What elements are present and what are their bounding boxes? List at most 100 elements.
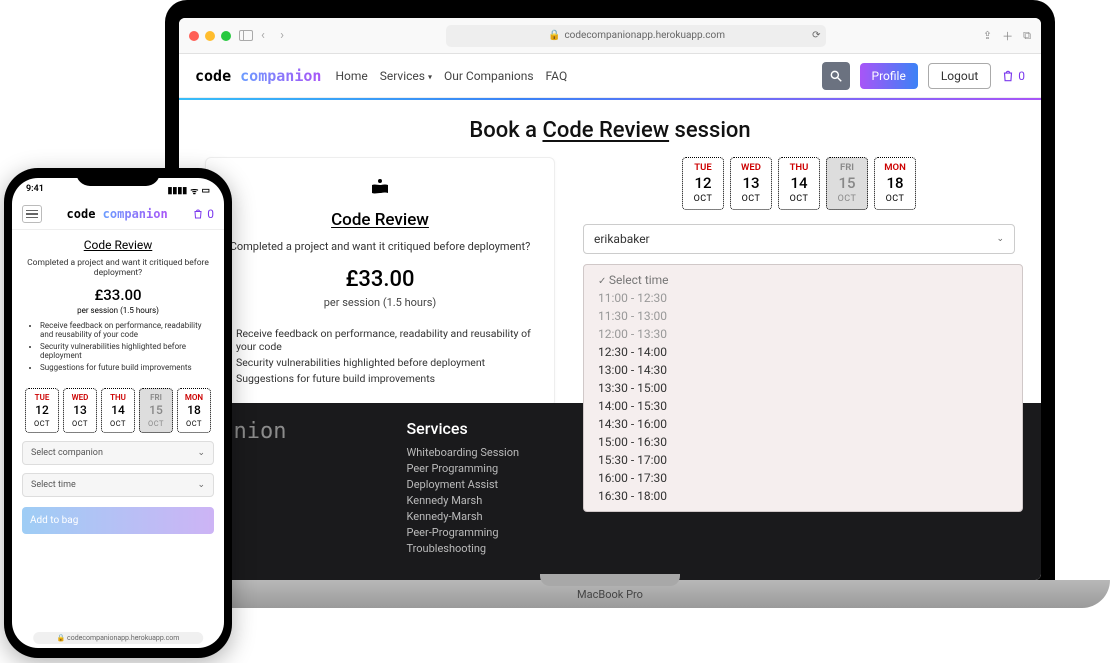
laptop-frame: ‹ › 🔒 codecompanionapp.herokuapp.com ⟳ ⇪… [110,0,1110,615]
phone-date-row: TUE12OCTWED13OCTTHU14OCTFRI15OCTMON18OCT [24,388,212,433]
chevron-down-icon: ▾ [428,72,432,81]
battery-icon: ▭ [201,186,210,196]
laptop-base: MacBook Pro [110,580,1110,608]
maximize-window-icon[interactable] [221,31,231,41]
bag-icon [192,208,204,220]
phone-companion-select[interactable]: Select companion ⌄ [22,441,214,465]
close-window-icon[interactable] [189,31,199,41]
nav-links: Home Services ▾ Our Companions FAQ [335,69,567,83]
footer-service-link[interactable]: Troubleshooting [406,542,519,555]
time-option[interactable]: 16:00 - 17:30 [584,469,1022,487]
url-text: codecompanionapp.herokuapp.com [564,30,725,41]
time-option[interactable]: 12:30 - 14:00 [584,343,1022,361]
chevron-down-icon: ⌄ [197,480,205,490]
booking-column: TUE12OCTWED13OCTTHU14OCTFRI15OCTMON18OCT… [583,157,1015,407]
footer-service-link[interactable]: Deployment Assist [406,478,519,491]
page-title: Book a Code Review session [179,100,1041,157]
laptop-screen: ‹ › 🔒 codecompanionapp.herokuapp.com ⟳ ⇪… [179,18,1041,580]
time-placeholder-option[interactable]: Select time [584,271,1022,289]
footer-service-link[interactable]: Peer Programming [406,462,519,475]
footer-service-link[interactable]: Peer-Programming [406,526,519,539]
page-content: code companion Home Services ▾ Our Compa… [179,54,1041,580]
date-option[interactable]: THU14OCT [778,157,820,210]
phone-url-bar[interactable]: 🔒 codecompanionapp.herokuapp.com [33,632,203,644]
url-bar[interactable]: 🔒 codecompanionapp.herokuapp.com ⟳ [446,25,826,47]
card-bullet: Suggestions for future build improvement… [236,372,540,385]
card-subtitle: Completed a project and want it critique… [220,240,540,253]
new-tab-icon[interactable]: ＋ [1002,28,1013,44]
footer-service-link[interactable]: Kennedy-Marsh [406,510,519,523]
card-per-session: per session (1.5 hours) [220,296,540,309]
bag-indicator[interactable]: 0 [1001,69,1025,83]
bag-icon [1001,69,1015,83]
time-option[interactable]: 13:30 - 15:00 [584,379,1022,397]
time-dropdown[interactable]: Select time 11:00 - 12:3011:30 - 13:0012… [583,264,1023,512]
date-option[interactable]: MON18OCT [874,157,916,210]
time-option[interactable]: 13:00 - 14:30 [584,361,1022,379]
date-option: FRI15OCT [139,388,173,433]
date-option[interactable]: TUE12OCT [682,157,724,210]
nav-services[interactable]: Services ▾ [380,69,432,83]
time-option[interactable]: 14:30 - 16:00 [584,415,1022,433]
brand-companion: companion [240,67,321,85]
phone-card-title: Code Review [24,238,212,252]
date-option[interactable]: WED13OCT [730,157,772,210]
date-picker-row: TUE12OCTWED13OCTTHU14OCTFRI15OCTMON18OCT [583,157,1015,210]
tabs-icon[interactable]: ⧉ [1023,29,1031,43]
sidebar-toggle-icon[interactable] [239,30,253,41]
profile-button[interactable]: Profile [860,63,918,89]
footer-service-link[interactable]: Whiteboarding Session [406,446,519,459]
card-bullet: Security vulnerabilities highlighted bef… [236,356,540,369]
phone-screen: 9:41 ▮▮▮▮ ᯤ ▭ code companion 0 Code Revi… [12,178,224,648]
nav-home[interactable]: Home [335,69,367,83]
hamburger-menu-icon[interactable] [22,205,42,223]
share-icon[interactable]: ⇪ [983,29,992,42]
time-option[interactable]: 14:00 - 15:30 [584,397,1022,415]
date-option[interactable]: THU14OCT [101,388,135,433]
window-controls[interactable] [189,31,231,41]
search-button[interactable] [822,62,850,90]
logout-button[interactable]: Logout [928,63,991,89]
nav-our-companions[interactable]: Our Companions [444,69,534,83]
nav-faq[interactable]: FAQ [546,69,568,83]
card-bullets: Receive feedback on performance, readabi… [220,327,540,385]
time-option[interactable]: 16:30 - 18:00 [584,487,1022,505]
minimize-window-icon[interactable] [205,31,215,41]
footer-services-col: Services Whiteboarding Session Peer Progr… [406,419,519,558]
phone-header: code companion 0 [12,199,224,230]
footer-services-heading: Services [406,419,519,438]
reload-icon[interactable]: ⟳ [812,30,820,41]
add-to-bag-button[interactable]: Add to bag [22,507,214,534]
phone-brand-logo[interactable]: code companion [67,207,168,221]
phone-bag-indicator[interactable]: 0 [192,207,214,221]
phone-card-bullet: Suggestions for future build improvement… [40,363,208,372]
phone-bag-count: 0 [207,207,214,221]
chevron-down-icon: ⌄ [996,234,1004,244]
bag-count: 0 [1018,69,1025,83]
browser-back-forward[interactable]: ‹ › [261,28,290,43]
laptop-label: MacBook Pro [577,588,643,601]
time-option: 12:00 - 13:30 [584,325,1022,343]
footer-service-link[interactable]: Kennedy Marsh [406,494,519,507]
phone-card-bullets: Receive feedback on performance, readabi… [24,315,212,372]
phone-companion-placeholder: Select companion [31,448,103,458]
phone-card-bullet: Receive feedback on performance, readabi… [40,321,208,339]
phone-card-bullet: Security vulnerabilities highlighted bef… [40,342,208,360]
companion-selected-value: erikabaker [594,232,650,246]
wifi-icon: ᯤ [190,184,198,197]
date-option[interactable]: TUE12OCT [25,388,59,433]
time-option[interactable]: 15:00 - 16:30 [584,433,1022,451]
card-bullet: Receive feedback on performance, readabi… [236,327,540,353]
time-option: 11:00 - 12:30 [584,289,1022,307]
brand-logo[interactable]: code companion [195,67,321,85]
phone-card-per: per session (1.5 hours) [24,306,212,315]
companion-select[interactable]: erikabaker ⌄ [583,224,1015,254]
search-icon [829,69,843,83]
phone-time-select[interactable]: Select time ⌄ [22,473,214,497]
time-option[interactable]: 15:30 - 17:00 [584,451,1022,469]
phone-body: Code Review Completed a project and want… [12,230,224,433]
date-option[interactable]: WED13OCT [63,388,97,433]
service-card: Code Review Completed a project and want… [205,157,555,407]
date-option[interactable]: MON18OCT [177,388,211,433]
lock-icon: 🔒 [548,30,560,41]
